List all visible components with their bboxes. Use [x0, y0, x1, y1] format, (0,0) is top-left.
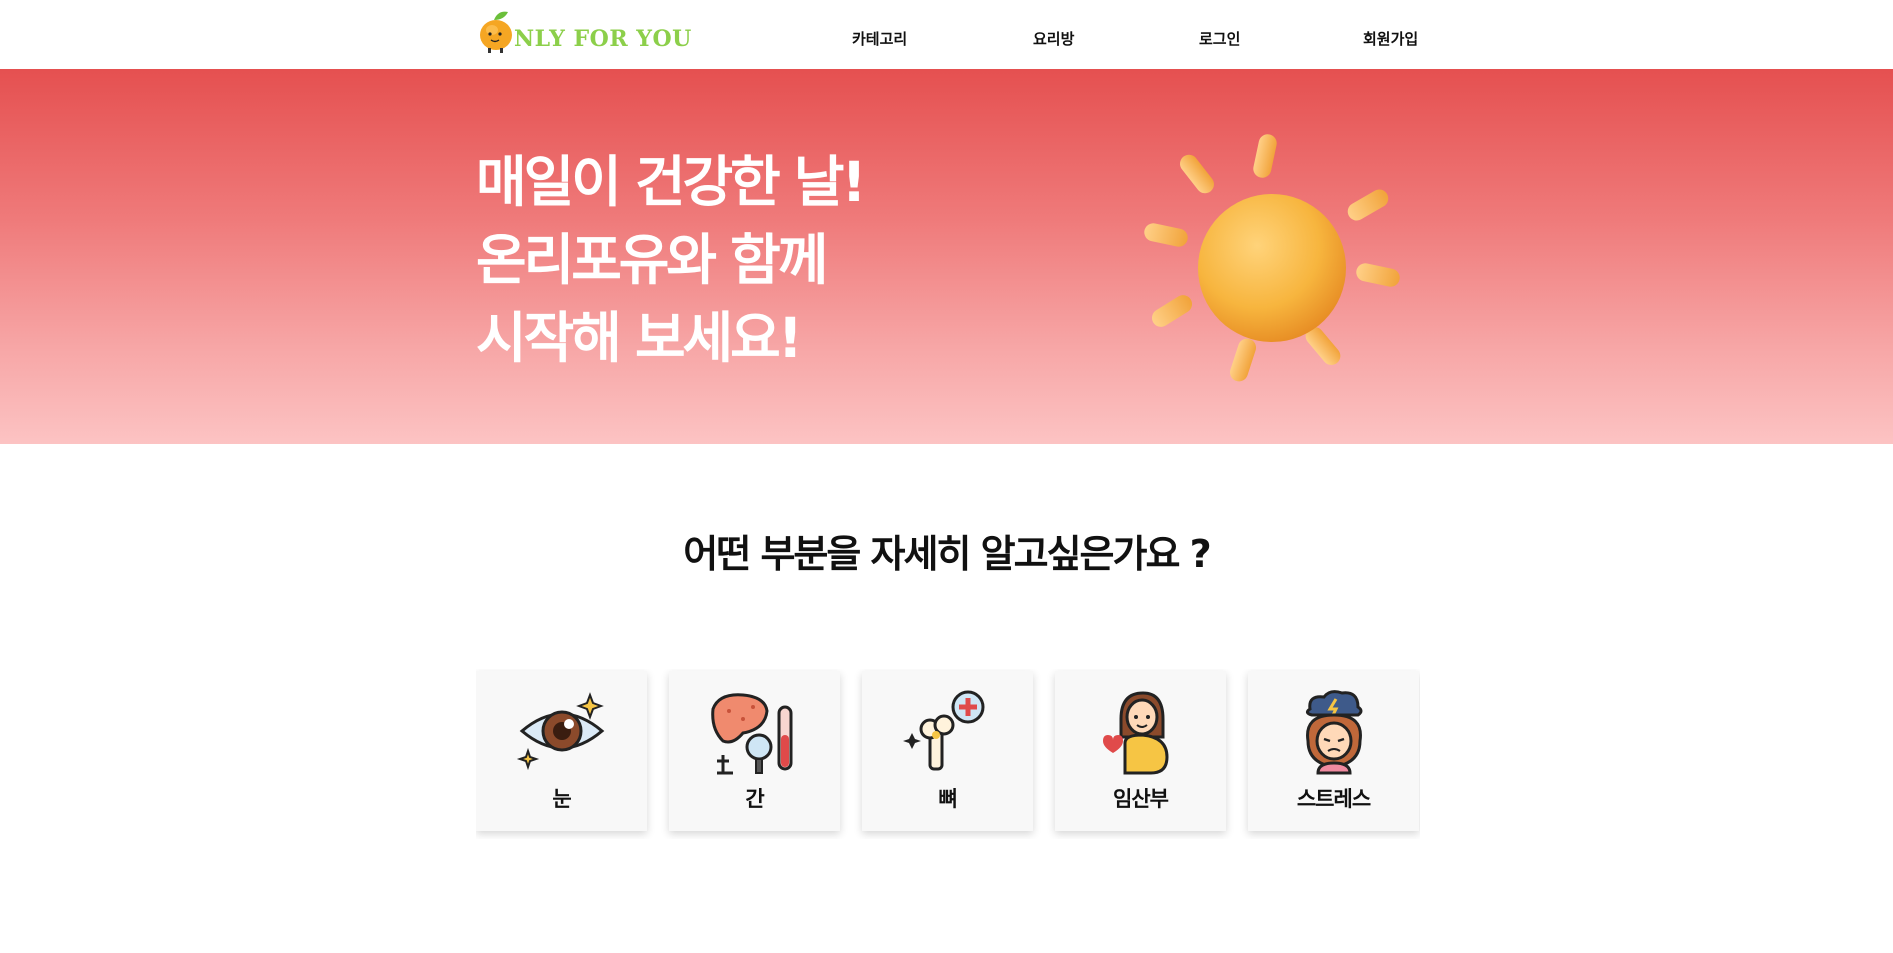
nav-login[interactable]: 로그인: [1199, 28, 1240, 49]
category-card-liver[interactable]: 간: [669, 671, 840, 831]
stress-icon: [1305, 690, 1363, 775]
site-header: NLY FOR YOU 카테고리 요리방 로그인 회원가입: [0, 0, 1893, 69]
nav-category[interactable]: 카테고리: [852, 28, 907, 49]
category-card-eye[interactable]: 눈: [476, 671, 647, 831]
eye-icon: [516, 692, 605, 771]
pregnant-woman-icon: [1103, 691, 1169, 775]
category-label: 스트레스: [1296, 787, 1371, 811]
nav-signup[interactable]: 회원가입: [1363, 28, 1418, 49]
bone-icon: [903, 690, 985, 771]
nav-kitchen[interactable]: 요리방: [1033, 28, 1074, 49]
sun-icon: [1144, 134, 1400, 382]
hero-line-2: 온리포유와 함께: [476, 228, 828, 292]
category-card-bone[interactable]: 뼈: [862, 671, 1033, 831]
hero-banner: 매일이 건강한 날! 온리포유와 함께 시작해 보세요!: [0, 69, 1893, 444]
hero-line-3: 시작해 보세요!: [476, 306, 803, 370]
logo-text: NLY FOR YOU: [514, 26, 692, 52]
category-label: 눈: [552, 787, 571, 811]
hero-line-1: 매일이 건강한 날!: [476, 150, 867, 214]
section-title: 어떤 부분을 자세히 알고싶은가요 ?: [683, 532, 1211, 576]
site-logo[interactable]: NLY FOR YOU: [476, 6, 691, 54]
liver-icon: [711, 693, 793, 775]
category-card-stress[interactable]: 스트레스: [1248, 671, 1419, 831]
category-label: 간: [745, 787, 764, 811]
category-card-pregnant[interactable]: 임산부: [1055, 671, 1226, 831]
category-label: 뼈: [938, 787, 957, 811]
category-list: 눈 간 뼈 임산부 스트레스: [476, 669, 1420, 839]
category-label: 임산부: [1113, 787, 1169, 811]
